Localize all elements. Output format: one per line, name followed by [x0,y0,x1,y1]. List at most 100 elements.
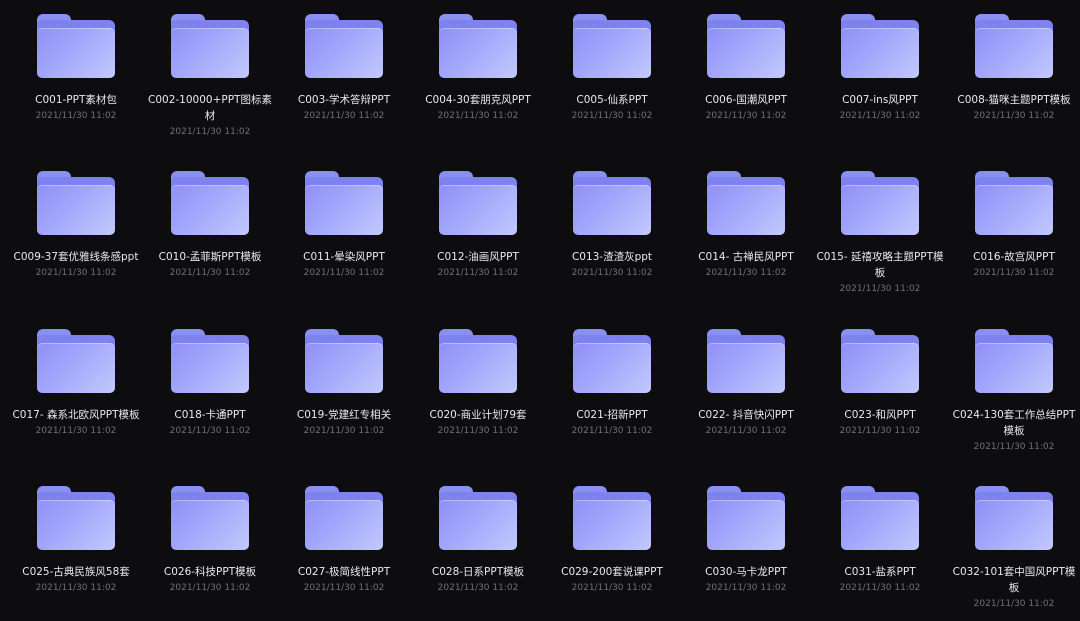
folder-date: 2021/11/30 11:02 [437,583,519,593]
folder-name: C008-猫咪主题PPT模板 [957,94,1071,106]
folder-name: C030-马卡龙PPT [705,566,787,578]
folder-item[interactable]: C022- 抖音快闪PPT 2021/11/30 11:02 [679,315,813,438]
folder-date: 2021/11/30 11:02 [169,583,251,593]
folder-date: 2021/11/30 11:02 [437,111,519,121]
folder-item[interactable]: C011-晕染风PPT 2021/11/30 11:02 [277,157,411,280]
folder-date: 2021/11/30 11:02 [437,426,519,436]
folder-name: C003-学术答辩PPT [297,94,391,106]
folder-icon [37,14,115,78]
folder-name: C022- 抖音快闪PPT [698,409,794,421]
folder-icon [573,171,651,235]
folder-date: 2021/11/30 11:02 [571,268,653,278]
folder-item[interactable]: C014- 古禅民风PPT 2021/11/30 11:02 [679,157,813,280]
folder-date: 2021/11/30 11:02 [973,442,1055,452]
folder-item[interactable]: C028-日系PPT模板 2021/11/30 11:02 [411,472,545,595]
folder-icon [439,329,517,393]
folder-name: C004-30套朋克风PPT [425,94,531,106]
folder-icon [707,14,785,78]
folder-item[interactable]: C001-PPT素材包 2021/11/30 11:02 [9,0,143,123]
folder-item[interactable]: C029-200套说课PPT 2021/11/30 11:02 [545,472,679,595]
folder-name: C028-日系PPT模板 [431,566,525,578]
folder-date: 2021/11/30 11:02 [35,583,117,593]
folder-date: 2021/11/30 11:02 [571,426,653,436]
folder-name: C023-和风PPT [844,409,916,421]
folder-icon [573,329,651,393]
folder-icon [573,14,651,78]
folder-date: 2021/11/30 11:02 [705,111,787,121]
folder-item[interactable]: C017- 森系北欧风PPT模板 2021/11/30 11:02 [9,315,143,438]
folder-date: 2021/11/30 11:02 [973,111,1055,121]
folder-name: C018-卡通PPT [174,409,246,421]
folder-item[interactable]: C030-马卡龙PPT 2021/11/30 11:02 [679,472,813,595]
folder-name: C013-渣渣灰ppt [571,251,653,263]
folder-name: C010-孟菲斯PPT模板 [158,251,262,263]
folder-item[interactable]: C002-10000+PPT图标素材 2021/11/30 11:02 [143,0,277,139]
folder-item[interactable]: C031-盐系PPT 2021/11/30 11:02 [813,472,947,595]
folder-item[interactable]: C012-油画风PPT 2021/11/30 11:02 [411,157,545,280]
folder-date: 2021/11/30 11:02 [839,426,921,436]
folder-icon [841,329,919,393]
folder-date: 2021/11/30 11:02 [169,426,251,436]
folder-icon [975,14,1053,78]
folder-item[interactable]: C005-仙系PPT 2021/11/30 11:02 [545,0,679,123]
folder-item[interactable]: C020-商业计划79套 2021/11/30 11:02 [411,315,545,438]
folder-name: C017- 森系北欧风PPT模板 [12,409,140,421]
folder-date: 2021/11/30 11:02 [303,426,385,436]
folder-icon [841,14,919,78]
folder-icon [305,486,383,550]
folder-item[interactable]: C008-猫咪主题PPT模板 2021/11/30 11:02 [947,0,1080,123]
folder-date: 2021/11/30 11:02 [839,284,921,294]
folder-date: 2021/11/30 11:02 [303,268,385,278]
folder-date: 2021/11/30 11:02 [35,111,117,121]
folder-date: 2021/11/30 11:02 [35,426,117,436]
folder-icon [975,329,1053,393]
folder-date: 2021/11/30 11:02 [973,599,1055,609]
folder-name: C007-ins风PPT [842,94,918,106]
folder-name: C026-科技PPT模板 [163,566,257,578]
folder-date: 2021/11/30 11:02 [705,583,787,593]
folder-date: 2021/11/30 11:02 [705,268,787,278]
folder-item[interactable]: C013-渣渣灰ppt 2021/11/30 11:02 [545,157,679,280]
folder-item[interactable]: C004-30套朋克风PPT 2021/11/30 11:02 [411,0,545,123]
folder-item[interactable]: C018-卡通PPT 2021/11/30 11:02 [143,315,277,438]
folder-icon [37,329,115,393]
folder-item[interactable]: C024-130套工作总结PPT模板 2021/11/30 11:02 [947,315,1080,454]
folder-name: C032-101套中国风PPT模板 [952,566,1076,594]
folder-icon [37,171,115,235]
folder-date: 2021/11/30 11:02 [303,111,385,121]
folder-item[interactable]: C021-招新PPT 2021/11/30 11:02 [545,315,679,438]
folder-item[interactable]: C032-101套中国风PPT模板 2021/11/30 11:02 [947,472,1080,611]
folder-date: 2021/11/30 11:02 [169,127,251,137]
folder-item[interactable]: C015- 延禧攻略主题PPT模板 2021/11/30 11:02 [813,157,947,296]
folder-icon [841,171,919,235]
folder-icon [707,329,785,393]
folder-item[interactable]: C010-孟菲斯PPT模板 2021/11/30 11:02 [143,157,277,280]
folder-item[interactable]: C003-学术答辩PPT 2021/11/30 11:02 [277,0,411,123]
folder-name: C001-PPT素材包 [35,94,117,106]
folder-date: 2021/11/30 11:02 [839,111,921,121]
folder-icon [975,171,1053,235]
folder-item[interactable]: C019-党建红专相关 2021/11/30 11:02 [277,315,411,438]
folder-icon [841,486,919,550]
folder-name: C021-招新PPT [576,409,648,421]
folder-item[interactable]: C026-科技PPT模板 2021/11/30 11:02 [143,472,277,595]
folder-icon [975,486,1053,550]
folder-item[interactable]: C027-极简线性PPT 2021/11/30 11:02 [277,472,411,595]
folder-name: C005-仙系PPT [576,94,648,106]
folder-name: C031-盐系PPT [844,566,916,578]
folder-item[interactable]: C009-37套优雅线条感ppt 2021/11/30 11:02 [9,157,143,280]
folder-item[interactable]: C007-ins风PPT 2021/11/30 11:02 [813,0,947,123]
folder-name: C012-油画风PPT [437,251,519,263]
folder-date: 2021/11/30 11:02 [571,111,653,121]
folder-grid: C001-PPT素材包 2021/11/30 11:02 C002-10000+PP… [0,0,1080,621]
folder-item[interactable]: C025-古典民族风58套 2021/11/30 11:02 [9,472,143,595]
folder-icon [37,486,115,550]
folder-item[interactable]: C016-故宫风PPT 2021/11/30 11:02 [947,157,1080,280]
folder-date: 2021/11/30 11:02 [973,268,1055,278]
folder-name: C027-极简线性PPT [297,566,391,578]
folder-icon [439,486,517,550]
folder-date: 2021/11/30 11:02 [303,583,385,593]
folder-item[interactable]: C023-和风PPT 2021/11/30 11:02 [813,315,947,438]
folder-item[interactable]: C006-国潮风PPT 2021/11/30 11:02 [679,0,813,123]
folder-name: C002-10000+PPT图标素材 [148,94,272,122]
